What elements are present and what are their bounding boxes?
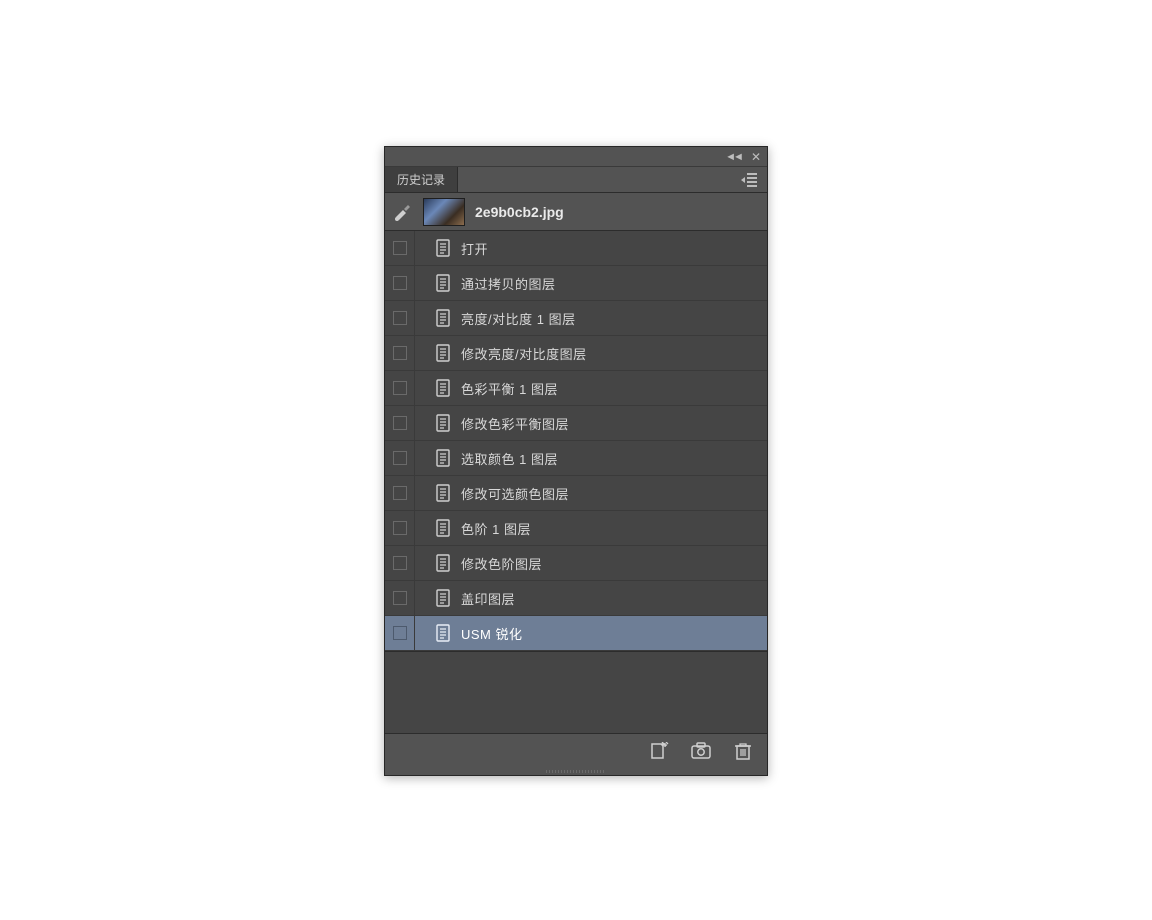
history-item-label: 盖印图层 [461,589,515,608]
history-item[interactable]: 通过拷贝的图层 [385,266,767,301]
panel-header: 历史记录 [385,167,767,193]
snapshot-marker-box [393,451,407,465]
snapshot-marker-box [393,311,407,325]
document-icon [433,553,453,573]
history-item[interactable]: 修改色阶图层 [385,546,767,581]
history-item-label: 打开 [461,239,488,258]
snapshot-marker-cell[interactable] [385,441,415,475]
history-item[interactable]: 打开 [385,231,767,266]
document-icon [433,623,453,643]
snapshot-marker-cell[interactable] [385,336,415,370]
history-empty-area [385,652,767,733]
snapshot-marker-cell[interactable] [385,406,415,440]
snapshot-marker-box [393,556,407,570]
history-item-label: 色彩平衡 1 图层 [461,379,558,398]
indent-spacer [415,511,429,545]
snapshot-marker-cell[interactable] [385,511,415,545]
document-icon [433,238,453,258]
snapshot-marker-box [393,626,407,640]
snapshot-marker-cell[interactable] [385,371,415,405]
history-item-label: 通过拷贝的图层 [461,274,556,293]
panel-menu-icon[interactable] [741,173,759,187]
history-item-label: 色阶 1 图层 [461,519,531,538]
history-item-label: 修改可选颜色图层 [461,484,569,503]
indent-spacer [415,371,429,405]
history-brush-icon [393,202,413,222]
history-item-label: USM 锐化 [461,624,523,643]
history-item-label: 修改亮度/对比度图层 [461,344,587,363]
document-icon [433,448,453,468]
history-item[interactable]: 修改可选颜色图层 [385,476,767,511]
history-item[interactable]: 盖印图层 [385,581,767,616]
document-snapshot-row[interactable]: 2e9b0cb2.jpg [385,193,767,231]
document-icon [433,588,453,608]
snapshot-marker-cell[interactable] [385,476,415,510]
history-item-label: 亮度/对比度 1 图层 [461,309,576,328]
snapshot-marker-box [393,276,407,290]
snapshot-marker-box [393,346,407,360]
document-icon [433,378,453,398]
snapshot-marker-cell[interactable] [385,546,415,580]
history-item[interactable]: 色彩平衡 1 图层 [385,371,767,406]
indent-spacer [415,581,429,615]
history-item[interactable]: 修改亮度/对比度图层 [385,336,767,371]
document-icon [433,273,453,293]
document-icon [433,413,453,433]
panel-footer [385,733,767,767]
indent-spacer [415,476,429,510]
history-item[interactable]: 亮度/对比度 1 图层 [385,301,767,336]
document-icon [433,483,453,503]
snapshot-marker-box [393,521,407,535]
snapshot-marker-cell[interactable] [385,581,415,615]
history-item[interactable]: 修改色彩平衡图层 [385,406,767,441]
create-snapshot-button[interactable] [691,742,711,760]
indent-spacer [415,231,429,265]
indent-spacer [415,546,429,580]
history-list: 打开 通过拷贝的图层 亮度/对比度 1 图层 修改亮度/对比度图层 色彩平衡 1… [385,231,767,652]
snapshot-marker-box [393,241,407,255]
new-document-from-state-button[interactable] [649,742,669,760]
snapshot-marker-box [393,416,407,430]
panel-topbar: ◄◄ ✕ [385,147,767,167]
indent-spacer [415,616,429,650]
snapshot-marker-box [393,381,407,395]
snapshot-marker-cell[interactable] [385,231,415,265]
resize-grip[interactable] [385,767,767,775]
collapse-icon[interactable]: ◄◄ [725,151,741,163]
snapshot-marker-box [393,591,407,605]
tab-label: 历史记录 [397,171,445,188]
history-item[interactable]: 色阶 1 图层 [385,511,767,546]
snapshot-marker-box [393,486,407,500]
document-icon [433,343,453,363]
document-name: 2e9b0cb2.jpg [475,204,564,220]
indent-spacer [415,441,429,475]
history-item-label: 选取颜色 1 图层 [461,449,558,468]
indent-spacer [415,301,429,335]
snapshot-marker-cell[interactable] [385,301,415,335]
panel-header-rest [458,167,767,192]
close-icon[interactable]: ✕ [751,150,761,164]
indent-spacer [415,336,429,370]
document-thumbnail [423,198,465,226]
history-item[interactable]: 选取颜色 1 图层 [385,441,767,476]
history-item[interactable]: USM 锐化 [385,616,767,651]
snapshot-marker-cell[interactable] [385,266,415,300]
document-icon [433,308,453,328]
tab-history[interactable]: 历史记录 [385,167,458,192]
document-icon [433,518,453,538]
snapshot-marker-cell[interactable] [385,616,415,650]
history-item-label: 修改色彩平衡图层 [461,414,569,433]
indent-spacer [415,406,429,440]
indent-spacer [415,266,429,300]
delete-state-button[interactable] [733,742,753,760]
history-item-label: 修改色阶图层 [461,554,542,573]
history-panel: ◄◄ ✕ 历史记录 2e9b0cb2.jpg 打开 通过拷贝的图层 亮度 [384,146,768,776]
